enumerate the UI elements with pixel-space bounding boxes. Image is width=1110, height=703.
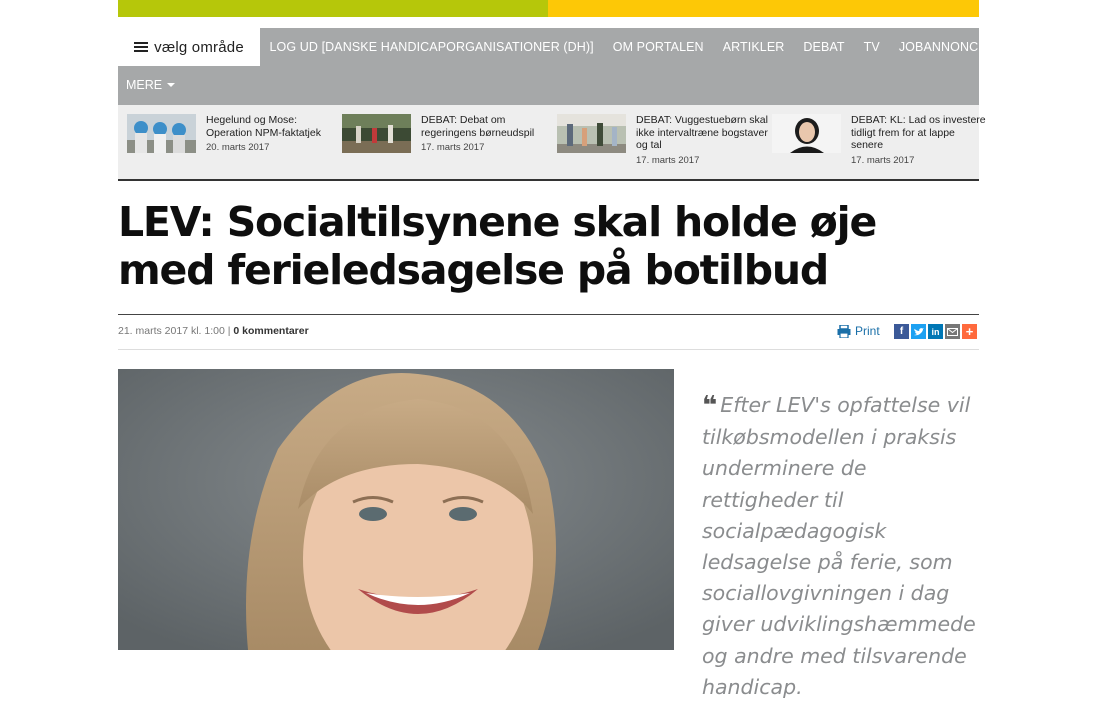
nav-item-logout[interactable]: LOG UD [DANSKE HANDICAPORGANISATIONER (D… (260, 40, 603, 54)
nav-more-label: MERE (126, 78, 163, 92)
teaser-date: 17. marts 2017 (851, 154, 915, 166)
teaser-thumbnail (557, 114, 626, 153)
area-selector-label: vælg område (154, 38, 244, 56)
teaser-item[interactable]: Hegelund og Mose: Operation NPM-faktatje… (127, 114, 337, 170)
teaser-title: Hegelund og Mose: Operation NPM-faktatje… (206, 114, 341, 155)
plus-icon[interactable]: + (962, 324, 977, 339)
main-navigation: vælg område LOG UD [DANSKE HANDICAPORGAN… (118, 28, 1079, 105)
print-button[interactable]: Print (837, 324, 880, 338)
teaser-title-text: DEBAT: Vuggestuebørn skal ikke intervalt… (636, 114, 768, 151)
nav-more-dropdown[interactable]: MERE (126, 78, 176, 92)
color-bar-green (118, 0, 548, 17)
teaser-title: DEBAT: Vuggestuebørn skal ikke intervalt… (636, 114, 771, 167)
article-headline: LEV: Socialtilsynene skal holde øje med … (118, 198, 877, 294)
teaser-title-text: DEBAT: KL: Lad os investere tidligt frem… (851, 114, 986, 151)
caret-down-icon (167, 83, 176, 87)
teaser-thumbnail (342, 114, 411, 153)
pull-quote-text: Efter LEV's opfattelse vil tilkøbsmodell… (702, 393, 976, 699)
hamburger-icon (134, 42, 149, 52)
teaser-thumbnail (127, 114, 196, 153)
teaser-item[interactable]: DEBAT: Debat om regeringens børneudspil … (342, 114, 552, 170)
facebook-icon[interactable]: f (894, 324, 909, 339)
quote-mark-icon: ❝ (702, 391, 718, 421)
nav-item-tv[interactable]: TV (854, 40, 889, 54)
teaser-thumbnail (772, 114, 841, 153)
teaser-title-text: DEBAT: Debat om regeringens børneudspil (421, 114, 535, 139)
portrait-photo (118, 369, 674, 650)
article-date: 21. marts 2017 kl. 1:00 (118, 325, 225, 337)
nav-item-jobannoncer[interactable]: JOBANNONCER (889, 40, 1005, 54)
twitter-icon[interactable] (911, 324, 926, 339)
print-label: Print (855, 324, 880, 338)
pull-quote: ❝ Efter LEV's opfattelse vil tilkøbsmodel… (702, 390, 987, 703)
linkedin-icon[interactable]: in (928, 324, 943, 339)
color-bar (118, 0, 979, 17)
teaser-title: DEBAT: Debat om regeringens børneudspil … (421, 114, 556, 155)
article-meta: 21. marts 2017 kl. 1:00 | 0 kommentarer (118, 325, 309, 337)
teaser-title-text: Hegelund og Mose: Operation NPM-faktatje… (206, 114, 321, 139)
nav-menu: LOG UD [DANSKE HANDICAPORGANISATIONER (D… (260, 28, 1088, 66)
email-icon[interactable] (945, 324, 960, 339)
share-bar: f in + (894, 324, 977, 339)
nav-item-debat[interactable]: DEBAT (794, 40, 854, 54)
teaser-date: 17. marts 2017 (636, 154, 700, 166)
nav-item-netvaerk[interactable]: NETVÆRK (1005, 40, 1088, 54)
color-bar-yellow (548, 0, 979, 17)
teaser-item[interactable]: DEBAT: KL: Lad os investere tidligt frem… (772, 114, 986, 170)
teaser-title: DEBAT: KL: Lad os investere tidligt frem… (851, 114, 986, 167)
teaser-date: 17. marts 2017 (421, 142, 485, 153)
teaser-date: 20. marts 2017 (206, 142, 270, 153)
divider (118, 349, 979, 350)
teaser-item[interactable]: DEBAT: Vuggestuebørn skal ikke intervalt… (557, 114, 768, 170)
nav-item-artikler[interactable]: ARTIKLER (713, 40, 794, 54)
area-selector-button[interactable]: vælg område (118, 28, 260, 66)
meta-separator: | (227, 325, 231, 337)
nav-item-om-portalen[interactable]: OM PORTALEN (603, 40, 713, 54)
printer-icon (837, 324, 851, 338)
comments-link[interactable]: 0 kommentarer (233, 325, 308, 337)
teaser-strip: Hegelund og Mose: Operation NPM-faktatje… (118, 105, 986, 181)
article-image (118, 369, 674, 650)
divider (118, 314, 979, 315)
